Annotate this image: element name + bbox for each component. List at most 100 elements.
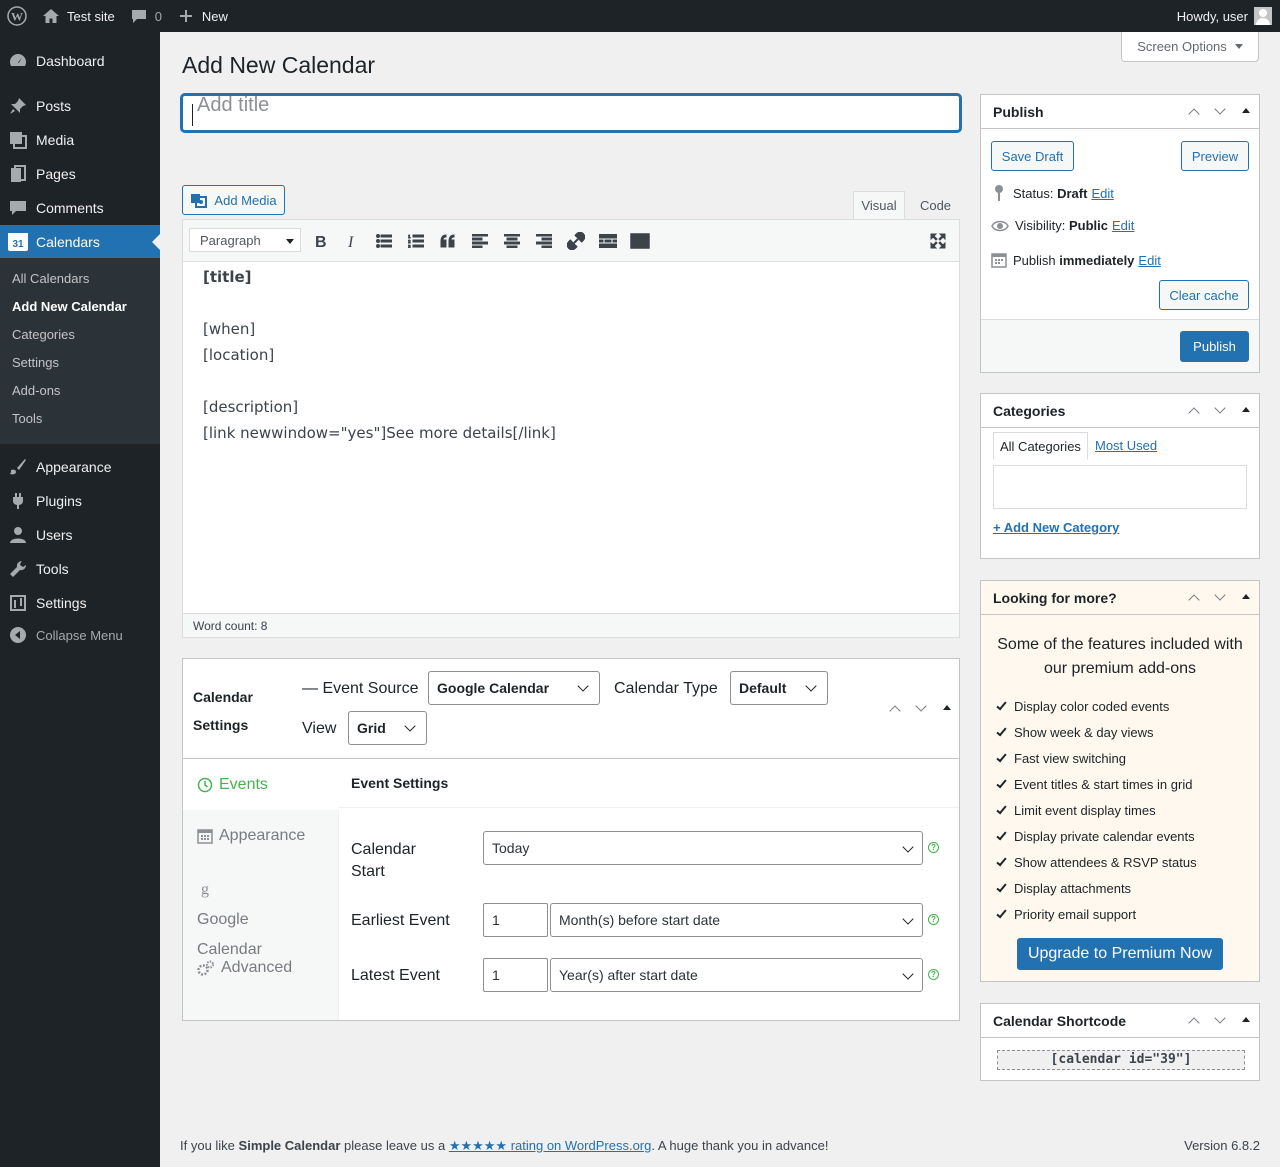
new-content-link[interactable]: New	[170, 0, 236, 32]
toolbar-toggle-button[interactable]	[629, 230, 651, 252]
toggle-panel-icon[interactable]	[1242, 594, 1250, 599]
edit-status-link[interactable]: Edit	[1091, 186, 1113, 201]
pin-icon	[995, 185, 1003, 201]
toggle-panel-icon[interactable]	[943, 705, 951, 710]
submenu-add-ons[interactable]: Add-ons	[12, 383, 60, 398]
comments-link[interactable]: 0	[123, 0, 170, 32]
publish-button[interactable]: Publish	[1180, 331, 1249, 362]
earliest-event-unit: Month(s) before start date	[559, 912, 721, 928]
sidebar-item-media[interactable]: Media	[0, 123, 160, 157]
collapse-menu-button[interactable]: Collapse Menu	[0, 618, 160, 652]
submenu-add-new-calendar[interactable]: Add New Calendar	[12, 299, 127, 314]
sidebar-item-settings[interactable]: Settings	[0, 586, 160, 620]
tab-appearance[interactable]: Appearance	[197, 827, 305, 845]
tab-advanced[interactable]: Advanced	[197, 959, 292, 977]
account-menu[interactable]: Howdy, user	[1177, 0, 1280, 32]
title-input[interactable]: Add title	[181, 94, 961, 132]
tab-most-used[interactable]: Most Used	[1089, 432, 1163, 460]
move-down-icon[interactable]	[1214, 103, 1226, 115]
move-up-icon[interactable]	[1188, 594, 1200, 606]
view-select[interactable]: Grid	[348, 711, 427, 745]
edit-visibility-link[interactable]: Edit	[1112, 218, 1134, 233]
add-media-button[interactable]: Add Media	[182, 185, 285, 215]
media-icon	[191, 194, 208, 208]
calendar-start-value: Today	[492, 840, 530, 856]
help-icon[interactable]: ?	[928, 969, 939, 980]
sidebar-item-comments[interactable]: Comments	[0, 191, 160, 225]
editor-content[interactable]: [title] [when] [location] [description] …	[203, 264, 556, 446]
move-up-icon[interactable]	[1188, 108, 1200, 120]
move-down-icon[interactable]	[1214, 589, 1226, 601]
move-up-icon[interactable]	[1188, 1017, 1200, 1029]
align-center-button[interactable]	[501, 230, 523, 252]
latest-event-unit-select[interactable]: Year(s) after start date	[550, 958, 923, 992]
latest-event-input[interactable]: 1	[483, 958, 548, 992]
sidebar-item-users[interactable]: Users	[0, 518, 160, 552]
upgrade-button[interactable]: Upgrade to Premium Now	[1017, 938, 1223, 970]
sidebar-item-pages[interactable]: Pages	[0, 157, 160, 191]
check-icon	[996, 725, 1007, 737]
move-up-icon[interactable]	[889, 705, 901, 717]
wordpress-logo-icon[interactable]: W	[0, 0, 34, 32]
screen-options-button[interactable]: Screen Options	[1121, 32, 1259, 62]
help-icon[interactable]: ?	[928, 842, 939, 853]
read-more-button[interactable]	[597, 230, 619, 252]
settings-icon	[0, 593, 36, 613]
status-value: Draft	[1057, 185, 1088, 201]
footer-plugin-name: Simple Calendar	[238, 1138, 341, 1153]
fullscreen-button[interactable]	[927, 230, 949, 252]
move-down-icon[interactable]	[1214, 1012, 1226, 1024]
move-down-icon[interactable]	[1214, 402, 1226, 414]
save-draft-button[interactable]: Save Draft	[991, 141, 1074, 171]
calendar-type-select[interactable]: Default	[730, 671, 828, 705]
calendar-start-select[interactable]: Today	[483, 831, 923, 865]
submenu-settings[interactable]: Settings	[12, 355, 59, 370]
event-source-select[interactable]: Google Calendar	[428, 671, 600, 705]
tab-all-categories[interactable]: All Categories	[993, 432, 1088, 460]
screen-options-label: Screen Options	[1137, 39, 1227, 54]
clear-cache-button[interactable]: Clear cache	[1159, 280, 1249, 310]
sidebar-item-posts[interactable]: Posts	[0, 89, 160, 123]
svg-text:B: B	[315, 234, 327, 249]
toggle-panel-icon[interactable]	[1242, 1017, 1250, 1022]
italic-button[interactable]: I	[341, 230, 363, 252]
tab-code[interactable]: Code	[911, 191, 960, 220]
help-icon[interactable]: ?	[928, 914, 939, 925]
tab-events[interactable]: Events	[197, 776, 268, 794]
content-line: [location]	[203, 346, 275, 364]
move-down-icon[interactable]	[915, 700, 927, 712]
sidebar-item-tools[interactable]: Tools	[0, 552, 160, 586]
sidebar-item-dashboard[interactable]: Dashboard	[0, 44, 160, 78]
pin-icon	[0, 96, 36, 116]
add-new-category-link[interactable]: + Add New Category	[993, 520, 1119, 535]
promo-feature: Show attendees & RSVP status	[996, 855, 1197, 870]
edit-publish-date-link[interactable]: Edit	[1138, 253, 1160, 268]
blockquote-button[interactable]	[437, 230, 459, 252]
numbered-list-button[interactable]: 123	[405, 230, 427, 252]
toggle-panel-icon[interactable]	[1242, 108, 1250, 113]
sidebar-item-plugins[interactable]: Plugins	[0, 484, 160, 518]
bullet-list-button[interactable]	[373, 230, 395, 252]
sidebar-item-appearance[interactable]: Appearance	[0, 450, 160, 484]
move-up-icon[interactable]	[1188, 407, 1200, 419]
preview-button[interactable]: Preview	[1181, 141, 1249, 171]
format-select[interactable]: Paragraph	[189, 228, 301, 252]
site-name-link[interactable]: Test site	[34, 0, 123, 32]
align-left-button[interactable]	[469, 230, 491, 252]
earliest-event-unit-select[interactable]: Month(s) before start date	[550, 903, 923, 937]
sidebar-item-calendars[interactable]: 31 Calendars	[0, 225, 160, 259]
submenu-tools[interactable]: Tools	[12, 411, 42, 426]
shortcode-value[interactable]: [calendar id="39"]	[997, 1050, 1245, 1070]
align-right-button[interactable]	[533, 230, 555, 252]
promo-feature: Show week & day views	[996, 725, 1153, 740]
tab-visual[interactable]: Visual	[853, 191, 905, 220]
chevron-down-icon	[577, 680, 589, 692]
bold-button[interactable]: B	[309, 230, 331, 252]
submenu-categories[interactable]: Categories	[12, 327, 75, 342]
rating-link[interactable]: ★★★★★ rating on WordPress.org	[449, 1138, 652, 1153]
link-icon[interactable]	[565, 230, 587, 252]
toggle-panel-icon[interactable]	[1242, 407, 1250, 412]
earliest-event-input[interactable]: 1	[483, 903, 548, 937]
submenu-all-calendars[interactable]: All Calendars	[12, 271, 89, 286]
tab-google-calendar[interactable]: g Google Calendar	[197, 875, 317, 965]
